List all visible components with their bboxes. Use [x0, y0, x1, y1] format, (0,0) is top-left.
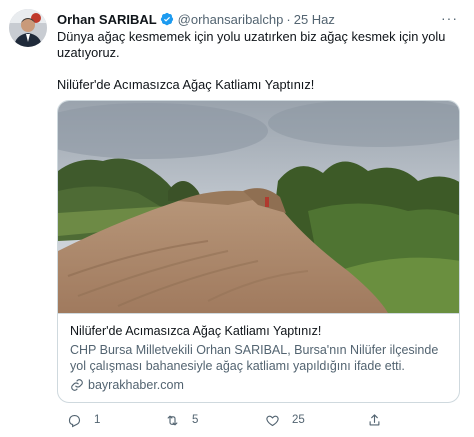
- action-bar: 1 5 25: [57, 411, 457, 429]
- card-info[interactable]: Nilüfer'de Acımasızca Ağaç Katliamı Yapt…: [58, 313, 459, 402]
- card-title[interactable]: Nilüfer'de Acımasızca Ağaç Katliamı Yapt…: [70, 323, 449, 339]
- tweet-text: Dünya ağaç kesmemek için yolu uzatırken …: [57, 29, 457, 93]
- tweet-text-line: Nilüfer'de Acımasızca Ağaç Katliamı Yapt…: [57, 77, 315, 92]
- author-handle[interactable]: @orhansaribalchp: [178, 12, 284, 27]
- card-description: CHP Bursa Milletvekili Orhan SARIBAL, Bu…: [70, 343, 439, 376]
- separator-dot: ·: [286, 11, 291, 27]
- tweet-header: Orhan SARIBAL @orhansaribalchp · 25 Haz …: [57, 10, 458, 28]
- reply-count: 1: [94, 414, 101, 426]
- share-icon: [369, 413, 380, 425]
- retweet-count: 5: [192, 414, 199, 426]
- retweet-button[interactable]: 5: [165, 413, 198, 428]
- verified-badge-icon: [160, 12, 173, 26]
- like-button[interactable]: 25: [265, 413, 305, 428]
- card-photo: [58, 101, 459, 313]
- reply-button[interactable]: 1: [67, 413, 100, 428]
- card-image[interactable]: [58, 101, 459, 313]
- tweet-text-line: Dünya ağaç kesmemek için yolu uzatırken …: [57, 29, 446, 44]
- tweet-text-line: uzatıyoruz.: [57, 45, 120, 60]
- like-icon: [266, 415, 279, 426]
- card-domain-text: bayrakhaber.com: [88, 378, 184, 392]
- card-domain[interactable]: bayrakhaber.com: [70, 378, 449, 392]
- share-button[interactable]: [367, 413, 394, 428]
- reply-icon: [68, 414, 81, 427]
- more-icon[interactable]: ···: [441, 10, 458, 26]
- tweet[interactable]: Orhan SARIBAL @orhansaribalchp · 25 Haz …: [0, 0, 474, 437]
- link-icon: [71, 379, 83, 391]
- like-count: 25: [292, 414, 305, 426]
- retweet-icon: [167, 415, 178, 425]
- avatar-image: [9, 9, 47, 47]
- link-card[interactable]: Nilüfer'de Acımasızca Ağaç Katliamı Yapt…: [57, 100, 460, 403]
- author-name[interactable]: Orhan SARIBAL: [57, 12, 157, 27]
- tweet-date[interactable]: 25 Haz: [294, 12, 335, 27]
- avatar[interactable]: [9, 9, 47, 47]
